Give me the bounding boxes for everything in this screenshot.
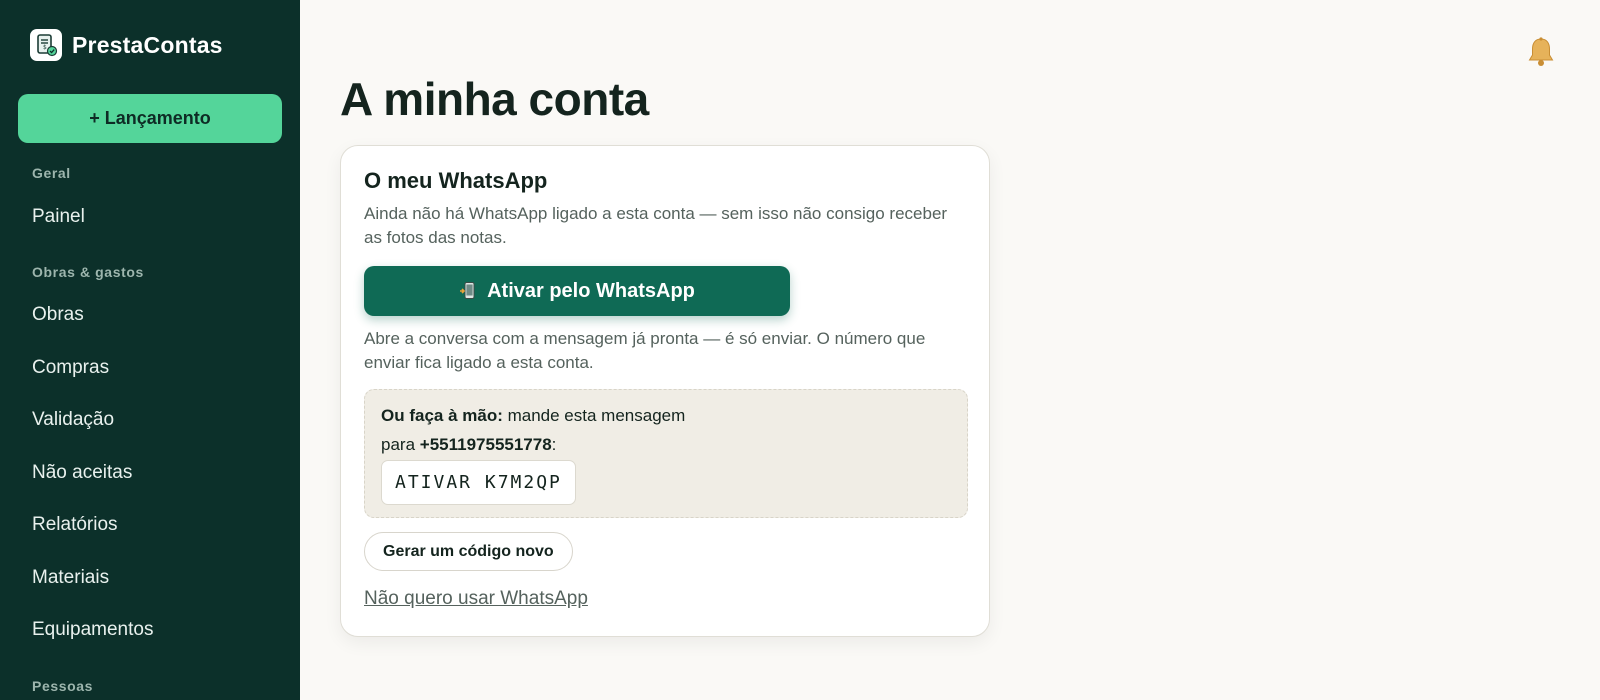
manual-activation-box: Ou faça à mão: mande esta mensagem para … <box>364 389 968 518</box>
regenerate-code-button[interactable]: Gerar um código novo <box>364 532 573 571</box>
sidebar-item-obras[interactable]: Obras <box>32 304 84 326</box>
manual-text-1: mande esta mensagem <box>507 406 686 425</box>
sidebar: $ PrestaContas + Lançamento Geral Painel… <box>0 0 300 700</box>
card-description: Ainda não há WhatsApp ligado a esta cont… <box>364 204 948 247</box>
brand[interactable]: $ PrestaContas <box>30 29 223 61</box>
bell-icon[interactable] <box>1526 36 1556 68</box>
section-label-obras-gastos: Obras & gastos <box>32 264 144 280</box>
activate-whatsapp-label: Ativar pelo WhatsApp <box>487 279 695 302</box>
sidebar-item-nao-aceitas[interactable]: Não aceitas <box>32 462 132 484</box>
section-label-geral: Geral <box>32 165 71 181</box>
whatsapp-card: O meu WhatsApp Ainda não há WhatsApp lig… <box>340 145 990 637</box>
manual-text-2: para <box>381 435 416 454</box>
new-entry-button[interactable]: + Lançamento <box>18 94 282 143</box>
sidebar-item-materiais[interactable]: Materiais <box>32 567 109 589</box>
sidebar-item-painel[interactable]: Painel <box>32 206 85 228</box>
activation-code[interactable]: ATIVAR K7M2QP <box>381 460 576 505</box>
sidebar-item-compras[interactable]: Compras <box>32 357 109 379</box>
svg-text:$: $ <box>43 44 47 51</box>
section-label-pessoas: Pessoas <box>32 678 94 694</box>
manual-phone-number[interactable]: +5511975551778 <box>420 435 552 454</box>
page-title: A minha conta <box>340 73 649 125</box>
help-text: Abre a conversa com a mensagem já pronta… <box>364 329 926 372</box>
mobile-phone-icon <box>459 281 479 301</box>
sidebar-item-relatorios[interactable]: Relatórios <box>32 514 118 536</box>
card-title: O meu WhatsApp <box>364 168 548 193</box>
manual-lead: Ou faça à mão: <box>381 406 503 425</box>
manual-instruction-line-2: para +5511975551778: <box>381 435 556 455</box>
sidebar-item-equipamentos[interactable]: Equipamentos <box>32 619 153 641</box>
activate-whatsapp-button[interactable]: Ativar pelo WhatsApp <box>364 266 790 316</box>
opt-out-whatsapp-link[interactable]: Não quero usar WhatsApp <box>364 588 588 610</box>
brand-name: PrestaContas <box>72 31 223 58</box>
receipt-logo-icon: $ <box>30 29 62 61</box>
sidebar-item-validacao[interactable]: Validação <box>32 409 114 431</box>
manual-suffix: : <box>551 435 557 454</box>
manual-instruction-line-1: Ou faça à mão: mande esta mensagem <box>381 406 685 426</box>
